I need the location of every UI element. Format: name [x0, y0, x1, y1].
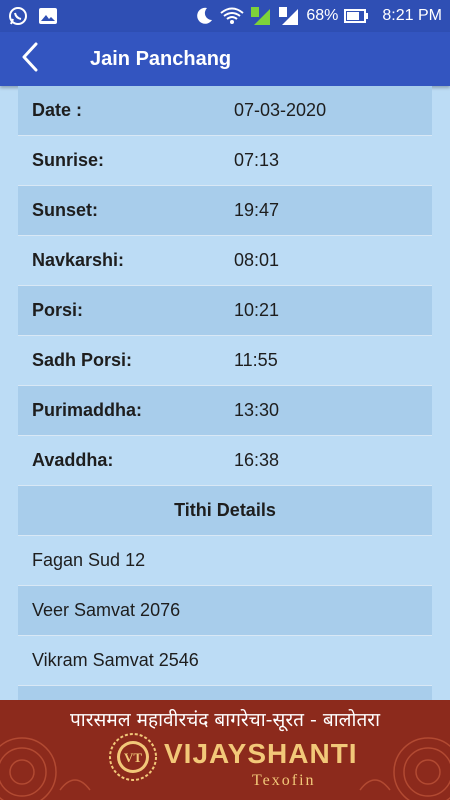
panchang-row-avaddha: Avaddha: 16:38	[18, 436, 432, 486]
row-value: 10:21	[234, 300, 280, 320]
panchang-row-date: Date : 07-03-2020	[18, 86, 432, 136]
page-title: Jain Panchang	[90, 47, 232, 70]
panchang-row-porsi: Porsi: 10:21	[18, 286, 432, 336]
tithi-item: Vikram Samvat 2546	[18, 636, 432, 686]
battery-percent: 68%	[306, 7, 339, 24]
status-bar: 68% 8:21 PM	[0, 0, 450, 32]
panchang-list[interactable]: Date : 07-03-2020 Sunrise: 07:13 Sunset:…	[18, 86, 432, 700]
tithi-item-text: Fagan Sud 12	[32, 550, 146, 570]
banner-sponsor-text: पारसमल महावीरचंद बागरेचा-सूरत - बालोतरा	[70, 709, 380, 731]
tithi-item: Fagan Sud 12	[18, 536, 432, 586]
panchang-row-purimaddha: Purimaddha: 13:30	[18, 386, 432, 436]
row-value: 08:01	[234, 250, 280, 270]
row-label: Purimaddha:	[32, 400, 143, 420]
row-label: Date :	[32, 100, 83, 120]
row-value: 11:55	[234, 350, 278, 370]
row-value: 16:38	[234, 450, 280, 470]
battery-icon	[344, 8, 370, 24]
banner-brand: VIJAYSHANTI	[164, 738, 358, 769]
row-label: Avaddha:	[32, 450, 114, 470]
whatsapp-icon	[8, 6, 28, 26]
row-value: 07-03-2020	[234, 100, 327, 120]
panchang-row-sunrise: Sunrise: 07:13	[18, 136, 432, 186]
chevron-left-icon	[21, 42, 39, 77]
row-value: 13:30	[234, 400, 280, 420]
gallery-icon	[38, 7, 58, 25]
vt-logo-icon: VT	[109, 733, 157, 781]
tithi-item-text: Veer Samvat 2076	[32, 600, 181, 620]
row-value: 07:13	[234, 150, 280, 170]
banner-subtitle: Texofin	[252, 772, 316, 789]
moon-icon	[194, 6, 214, 26]
tithi-item-text: Vikram Samvat 2546	[32, 650, 199, 670]
row-label: Navkarshi:	[32, 250, 125, 270]
tithi-item: Veer Samvat 2076	[18, 586, 432, 636]
list-row-partial	[18, 686, 432, 700]
signal-sim2-icon	[278, 6, 300, 26]
panchang-row-navkarshi: Navkarshi: 08:01	[18, 236, 432, 286]
signal-sim1-icon	[250, 6, 272, 26]
row-label: Sunset:	[32, 200, 99, 220]
panchang-row-sunset: Sunset: 19:47	[18, 186, 432, 236]
panchang-row-sadh-porsi: Sadh Porsi: 11:55	[18, 336, 432, 386]
row-label: Porsi:	[32, 300, 84, 320]
row-label: Sunrise:	[32, 150, 105, 170]
row-value: 19:47	[234, 200, 280, 220]
row-label: Sadh Porsi:	[32, 350, 133, 370]
app-bar: Jain Panchang	[0, 32, 450, 86]
back-button[interactable]	[0, 32, 60, 86]
ad-banner[interactable]: पारसमल महावीरचंद बागरेचा-सूरत - बालोतरा …	[0, 700, 450, 800]
logo-monogram: VT	[124, 750, 142, 765]
wifi-icon	[220, 7, 245, 25]
clock: 8:21 PM	[382, 7, 442, 24]
tithi-details-header: Tithi Details	[18, 486, 432, 536]
